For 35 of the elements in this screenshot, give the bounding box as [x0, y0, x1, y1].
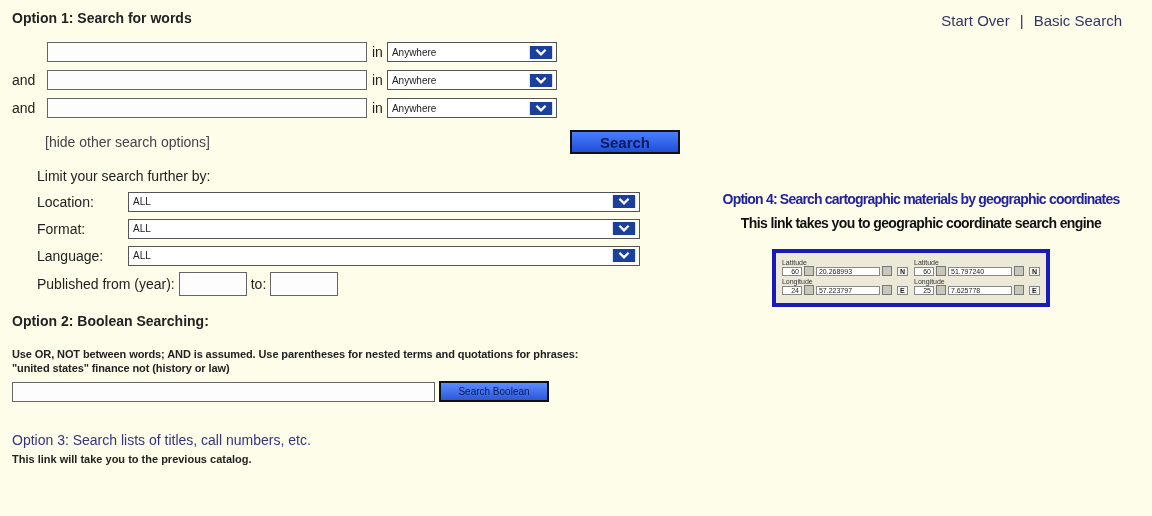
search-field[interactable]: [47, 70, 367, 90]
engine-description: This link takes you to geographic coordinate search engine: [740, 215, 1102, 231]
coordinates-search-link[interactable]: Option 4: Search cartographic materials by geographic coordinates: [722, 191, 1120, 207]
scope-dropdown[interactable]: Anywhere: [386, 98, 557, 118]
section-heading: Option 1: Search for words: [12, 10, 193, 26]
section-heading: Option 2: Boolean Searching:: [12, 313, 210, 329]
connector-label: and: [12, 72, 36, 88]
start-over-link[interactable]: Start Over: [941, 12, 1010, 29]
filter-dropdown[interactable]: ALL: [128, 218, 640, 239]
titles-search-link[interactable]: Option 3: Search lists of titles, call numbers, etc.: [12, 432, 690, 448]
search-field[interactable]: [47, 42, 367, 62]
link-separator: |: [1019, 12, 1024, 29]
basic-search-link[interactable]: Basic Search: [1033, 12, 1122, 29]
scope-dropdown[interactable]: Anywhere: [386, 42, 557, 62]
hide-options-link[interactable]: [hide other search options]: [45, 134, 210, 150]
catalog-note: This link will take you to the previous catalog.: [12, 453, 253, 465]
filter-label: Location:: [37, 193, 95, 210]
filter-label: Format:: [37, 220, 87, 237]
scope-dropdown[interactable]: Anywhere: [386, 70, 557, 90]
instructions-text: Use OR, NOT between words; AND is assumed. Use parentheses for nested terms and quotations for phrases: "united states" finance not (history or law): [12, 347, 580, 375]
year-from-field[interactable]: [178, 272, 247, 296]
filter-dropdown[interactable]: ALL: [128, 245, 640, 266]
filter-dropdown[interactable]: ALL: [128, 191, 640, 212]
in-label: in: [372, 100, 383, 116]
year-to-field[interactable]: [270, 272, 339, 296]
limit-heading: Limit your search further by:: [37, 168, 212, 184]
published-from-label: Published from (year):: [37, 276, 175, 292]
connector-label: and: [12, 100, 36, 116]
published-to-label: to:: [250, 276, 267, 292]
in-label: in: [372, 44, 383, 60]
search-boolean-button[interactable]: Search Boolean: [439, 381, 549, 402]
in-label: in: [372, 72, 383, 88]
boolean-search-field[interactable]: [12, 381, 435, 402]
filter-label: Language:: [37, 247, 105, 264]
search-field[interactable]: [47, 98, 367, 118]
